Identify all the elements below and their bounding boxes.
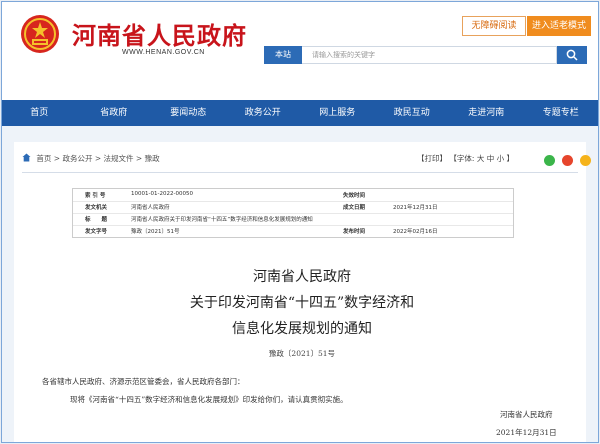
site-header: 河南省人民政府 WWW.HENAN.GOV.CN 无障碍阅读 进入适老模式 本站… xyxy=(2,2,598,90)
breadcrumb-regulations[interactable]: 法规文件 xyxy=(104,154,134,163)
document-recipients: 各省辖市人民政府、济源示范区管委会，省人民政府各部门： xyxy=(42,377,245,386)
search-input[interactable]: 请输入搜索的关键字 xyxy=(302,46,557,64)
font-label: 【字体: xyxy=(449,154,475,163)
article-tools: 【打印】 【字体: 大 中 小 】 xyxy=(417,153,514,164)
validity-label: 失效时间 xyxy=(343,193,366,199)
written-date-value: 2021年12月31日 xyxy=(393,205,438,211)
nav-item-special-topics[interactable]: 专题专栏 xyxy=(524,100,599,126)
print-link[interactable]: 【打印】 xyxy=(417,154,447,163)
subject-value: 河南省人民政府关于印发河南省“十四五”数字经济和信息化发展规划的通知 xyxy=(131,217,313,223)
divider xyxy=(22,172,578,173)
main-nav: 首页 省政府 要闻动态 政务公开 网上服务 政民互动 走进河南 专题专栏 xyxy=(2,100,598,126)
breadcrumb-yuzheng[interactable]: 豫政 xyxy=(145,154,160,163)
document-info-table: 索 引 号 10001-01-2022-00050 失效时间 发文机关 河南省人… xyxy=(72,188,514,238)
document-title-line1: 河南省人民政府 xyxy=(253,269,351,285)
search-scope-select[interactable]: 本站 xyxy=(264,46,302,64)
nav-item-gov-affairs[interactable]: 政务公开 xyxy=(226,100,301,126)
font-end: 】 xyxy=(506,154,514,163)
page-frame: 河南省人民政府 WWW.HENAN.GOV.CN 无障碍阅读 进入适老模式 本站… xyxy=(1,1,599,443)
font-medium-link[interactable]: 中 xyxy=(487,154,495,163)
doc-number-label: 发文字号 xyxy=(85,229,108,235)
nav-item-public-interaction[interactable]: 政民互动 xyxy=(375,100,450,126)
signature-organization: 河南省人民政府 xyxy=(500,410,553,419)
weibo-share-icon[interactable] xyxy=(562,155,574,166)
site-domain: WWW.HENAN.GOV.CN xyxy=(122,49,205,56)
info-row: 发文字号 豫政〔2021〕51号 发布时间 2022年02月16日 xyxy=(73,225,513,237)
issuer-value: 河南省人民政府 xyxy=(131,205,170,211)
nav-item-home[interactable]: 首页 xyxy=(2,100,77,126)
elderly-mode-button[interactable]: 进入适老模式 xyxy=(527,16,591,36)
index-value: 10001-01-2022-00050 xyxy=(131,191,193,197)
document-number: 豫政〔2021〕51号 xyxy=(268,349,336,358)
issuer-label: 发文机关 xyxy=(85,205,108,211)
share-buttons xyxy=(542,151,592,170)
font-large-link[interactable]: 大 xyxy=(477,154,485,163)
breadcrumb: 首页 > 政务公开 > 法规文件 > 豫政 xyxy=(22,153,160,164)
breadcrumb-home[interactable]: 首页 xyxy=(36,154,51,163)
qzone-share-icon[interactable] xyxy=(580,155,592,166)
nav-item-news[interactable]: 要闻动态 xyxy=(151,100,226,126)
signature-date: 2021年12月31日 xyxy=(496,428,557,437)
search-button[interactable] xyxy=(557,46,587,64)
home-icon xyxy=(22,153,31,162)
wechat-share-icon[interactable] xyxy=(544,155,555,166)
search-icon xyxy=(566,49,578,61)
font-small-link[interactable]: 小 xyxy=(497,154,505,163)
published-label: 发布时间 xyxy=(343,229,366,235)
document-title-line2: 关于印发河南省“十四五”数字经济和 xyxy=(189,295,415,311)
accessible-reading-button[interactable]: 无障碍阅读 xyxy=(462,16,526,36)
document-title-line3: 信息化发展规划的通知 xyxy=(232,321,372,337)
published-value: 2022年02月16日 xyxy=(393,229,438,235)
site-title[interactable]: 河南省人民政府 xyxy=(72,16,247,51)
index-label: 索 引 号 xyxy=(85,193,106,199)
subject-label: 标 题 xyxy=(85,217,108,223)
breadcrumb-gov-affairs[interactable]: 政务公开 xyxy=(62,154,92,163)
document-body: 现将《河南省“十四五”数字经济和信息化发展规划》印发给你们，请认真贯彻实施。 xyxy=(70,395,348,404)
written-date-label: 成文日期 xyxy=(343,205,366,211)
doc-number-value: 豫政〔2021〕51号 xyxy=(131,229,180,235)
nav-item-province-gov[interactable]: 省政府 xyxy=(77,100,152,126)
nav-item-about-henan[interactable]: 走进河南 xyxy=(449,100,524,126)
nav-item-online-services[interactable]: 网上服务 xyxy=(300,100,375,126)
national-emblem-icon xyxy=(21,15,59,53)
